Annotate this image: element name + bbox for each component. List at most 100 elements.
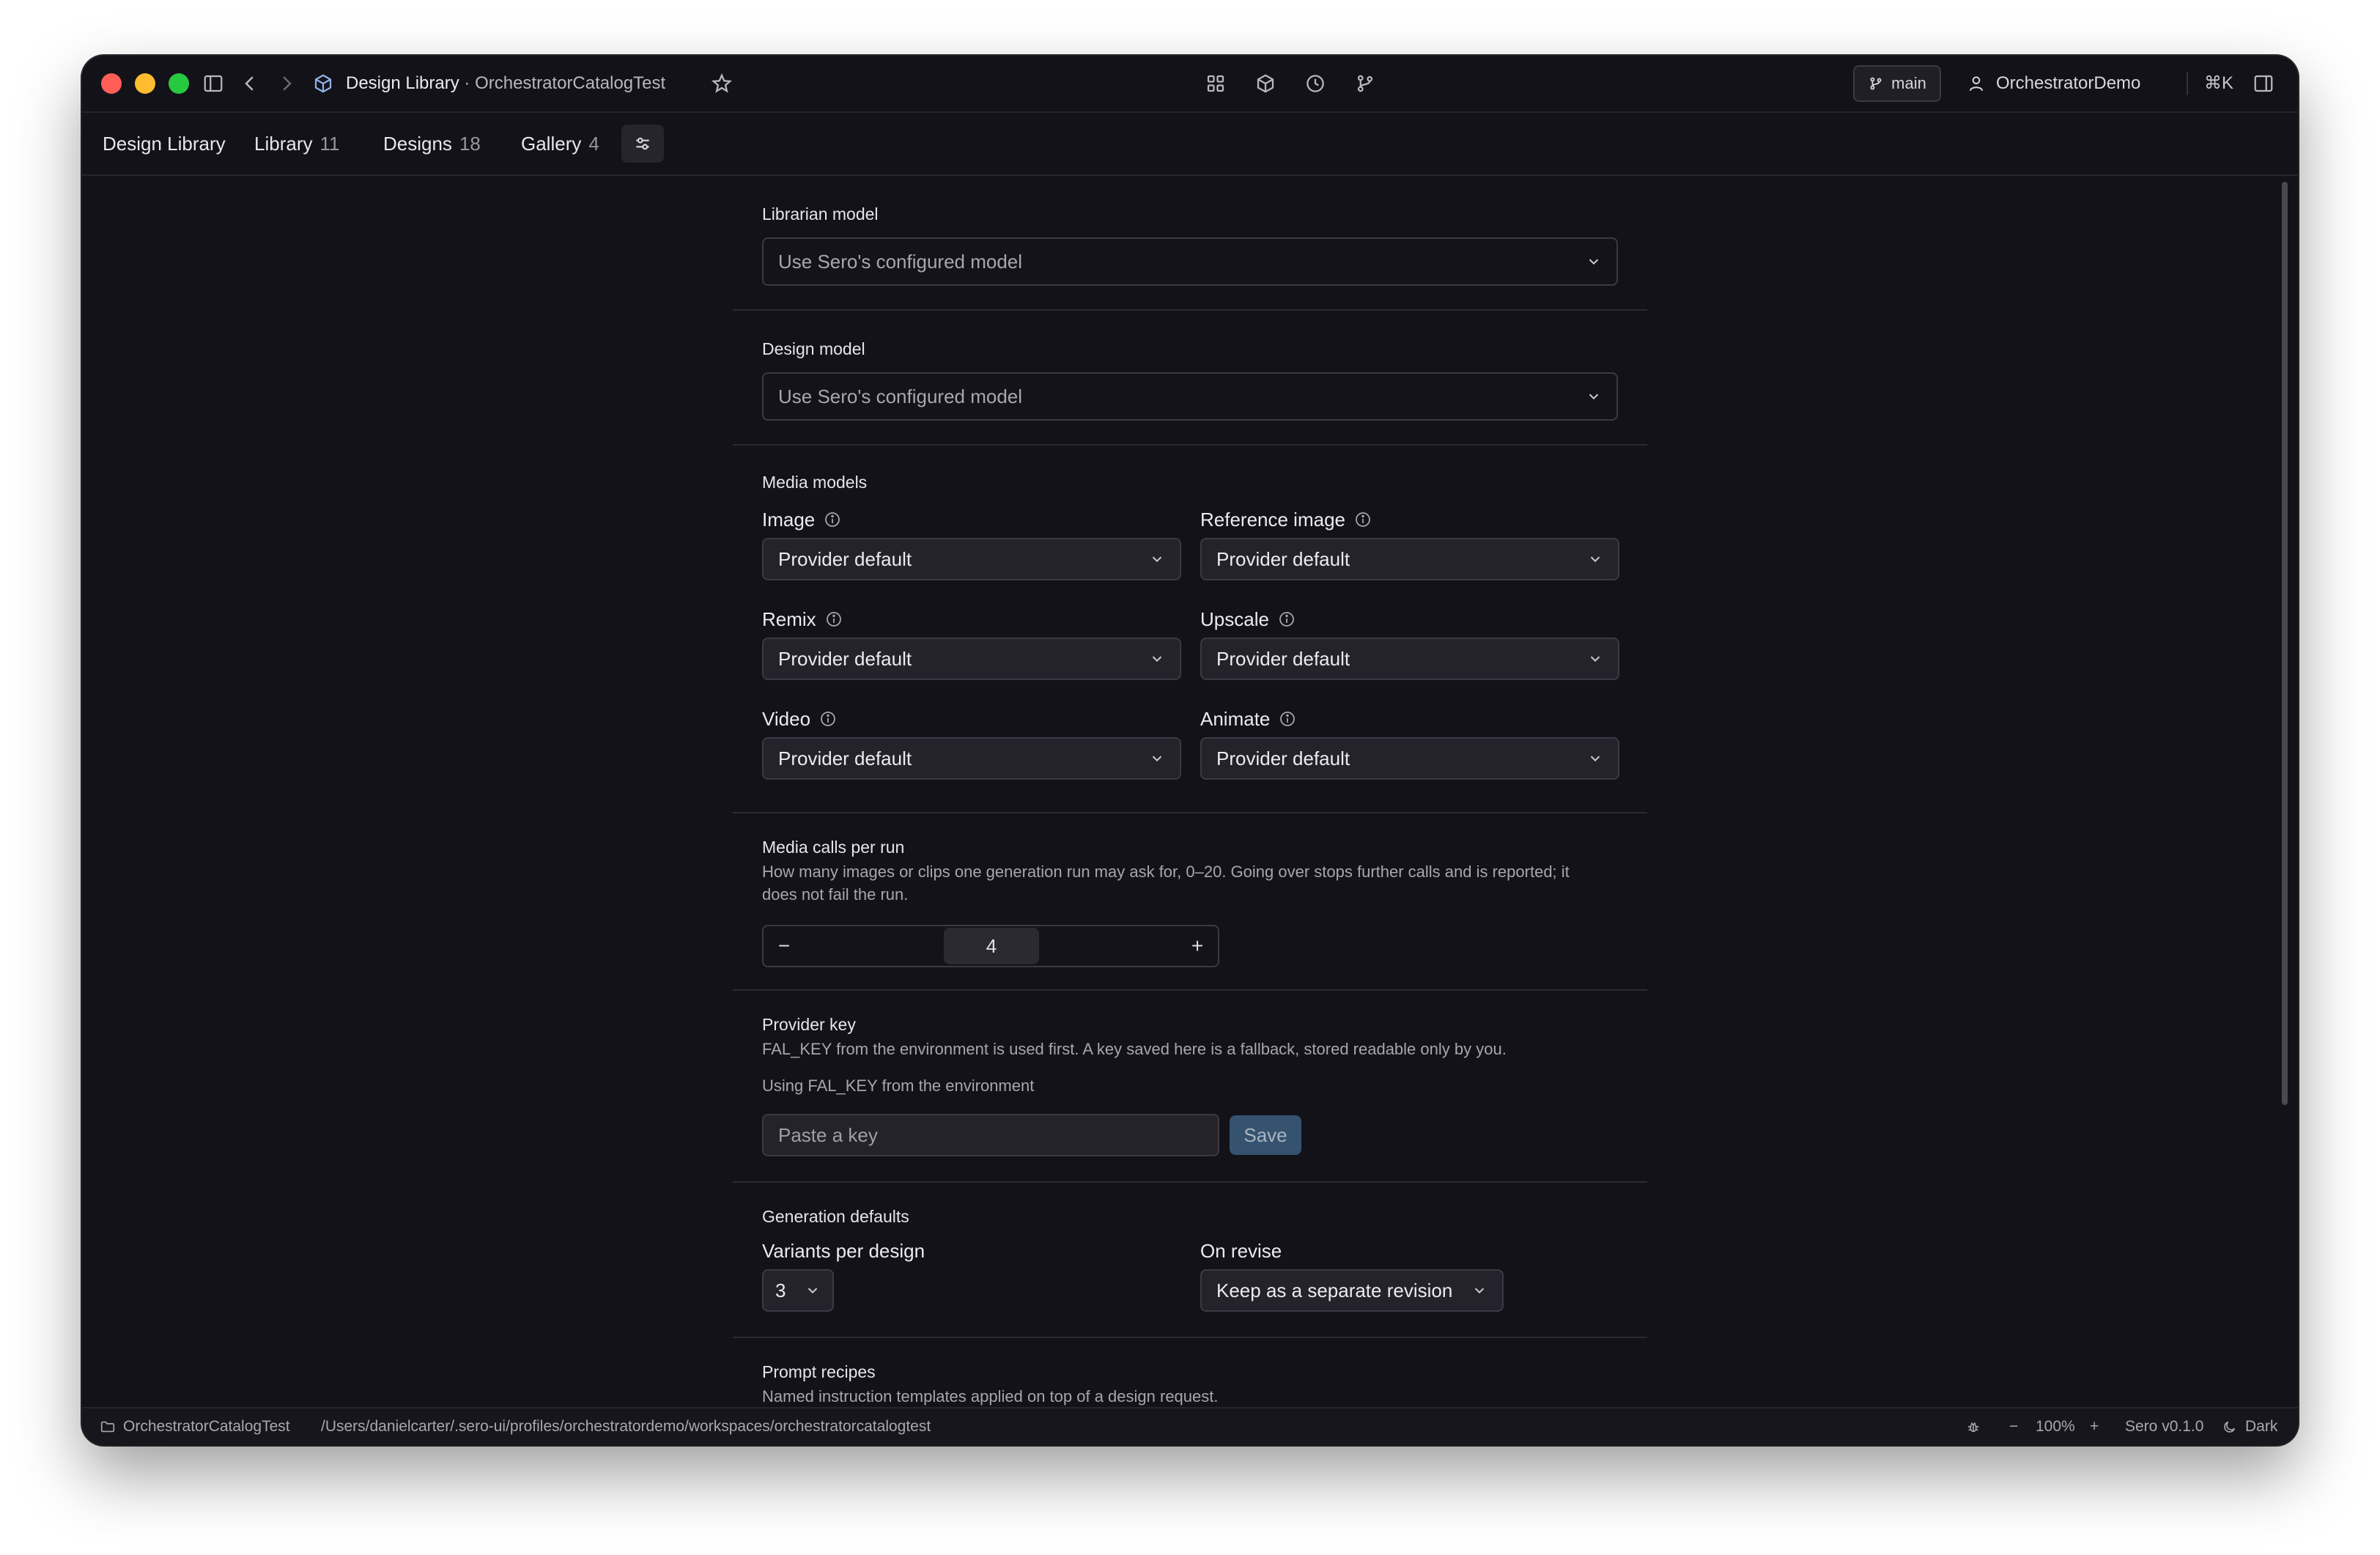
remix-label: Remix — [762, 607, 843, 632]
user-icon — [1969, 76, 1984, 92]
librarian-model-select[interactable]: Use Sero's configured model — [762, 237, 1618, 286]
title-bar: Design Library · OrchestratorCatalogTest… — [82, 56, 2298, 113]
media-calls-section: Media calls per run How many images or c… — [733, 813, 1647, 991]
design-model-section: Design model Use Sero's configured model — [733, 311, 1647, 446]
media-calls-description: How many images or clips one generation … — [762, 863, 1570, 904]
title-divider — [2187, 72, 2188, 95]
app-window: Design Library · OrchestratorCatalogTest… — [82, 56, 2298, 1445]
user-menu[interactable]: OrchestratorDemo — [1967, 70, 2140, 97]
variants-select[interactable]: 3 — [762, 1269, 834, 1312]
command-palette-button[interactable]: ⌘K — [2204, 70, 2233, 97]
remix-model-select[interactable]: Provider default — [762, 638, 1181, 680]
chevron-down-icon — [808, 1288, 818, 1294]
zoom-level: 100% — [2036, 1418, 2075, 1435]
zoom-in-button[interactable]: + — [2090, 1408, 2099, 1445]
variants-label: Variants per design — [762, 1240, 925, 1262]
image-model-value: Provider default — [778, 547, 912, 570]
folder-icon — [100, 1421, 115, 1433]
media-calls-title: Media calls per run — [762, 838, 905, 857]
animate-model-select[interactable]: Provider default — [1200, 737, 1619, 780]
theme-label: Dark — [2245, 1418, 2278, 1435]
tab-designs[interactable]: Designs 18 — [383, 130, 481, 157]
info-icon[interactable] — [1354, 511, 1372, 528]
right-panel-toggle-icon[interactable] — [2251, 71, 2276, 96]
chevron-down-icon — [1152, 656, 1162, 662]
info-icon[interactable] — [1278, 610, 1296, 628]
tab-gallery[interactable]: Gallery 4 — [521, 130, 599, 157]
package-icon[interactable] — [1253, 71, 1278, 96]
branch-button[interactable]: main — [1853, 65, 1941, 102]
sidebar-toggle-icon[interactable] — [201, 71, 226, 96]
info-icon[interactable] — [819, 710, 837, 728]
back-icon[interactable] — [237, 71, 262, 96]
tab-label: Design Library — [103, 133, 226, 155]
zoom-out-button[interactable]: − — [2009, 1408, 2018, 1445]
user-name: OrchestratorDemo — [1996, 73, 2141, 93]
chevron-down-icon — [1589, 394, 1599, 400]
decrement-button[interactable]: − — [764, 926, 805, 966]
provider-key-section: Provider key FAL_KEY from the environmen… — [733, 991, 1647, 1183]
upscale-model-select[interactable]: Provider default — [1200, 638, 1619, 680]
reference-image-model-value: Provider default — [1216, 547, 1350, 570]
info-icon[interactable] — [825, 610, 843, 628]
tab-settings[interactable] — [621, 125, 664, 163]
status-bar: OrchestratorCatalogTest /Users/danielcar… — [82, 1407, 2298, 1445]
reference-image-model-select[interactable]: Provider default — [1200, 538, 1619, 580]
remix-model-value: Provider default — [778, 647, 912, 670]
design-model-select[interactable]: Use Sero's configured model — [762, 372, 1618, 421]
librarian-model-label: Librarian model — [762, 204, 879, 224]
branch-label: main — [1891, 74, 1926, 92]
image-label: Image — [762, 507, 841, 532]
prompt-recipes-title: Prompt recipes — [762, 1362, 876, 1381]
scrollbar[interactable] — [2282, 182, 2288, 1105]
media-calls-value[interactable]: 4 — [944, 928, 1039, 964]
tab-design-library[interactable]: Design Library — [103, 130, 226, 157]
star-icon[interactable] — [709, 71, 734, 96]
info-icon[interactable] — [824, 511, 841, 528]
forward-icon[interactable] — [274, 71, 299, 96]
video-model-select[interactable]: Provider default — [762, 737, 1181, 780]
moon-icon — [2224, 1421, 2236, 1433]
media-models-title: Media models — [762, 473, 868, 492]
tab-label: Gallery — [521, 133, 582, 155]
provider-key-status: Using FAL_KEY from the environment — [762, 1076, 1035, 1095]
tab-bar: Design Library Library 11 Designs 18 Galle… — [82, 113, 2298, 176]
bug-icon[interactable] — [1965, 1408, 1981, 1445]
branch-icon — [1870, 77, 1882, 90]
generation-defaults-section: Generation defaults Variants per design … — [733, 1183, 1647, 1338]
save-key-button[interactable]: Save — [1230, 1115, 1301, 1155]
provider-key-description: FAL_KEY from the environment is used fir… — [762, 1040, 1507, 1058]
generation-defaults-title: Generation defaults — [762, 1207, 909, 1226]
prompt-recipes-description: Named instruction templates applied on t… — [762, 1387, 1219, 1406]
animate-label: Animate — [1200, 706, 1296, 731]
chevron-down-icon — [1590, 756, 1600, 762]
on-revise-select[interactable]: Keep as a separate revision — [1200, 1269, 1504, 1312]
upscale-label-text: Upscale — [1200, 608, 1269, 630]
history-icon[interactable] — [1303, 71, 1328, 96]
image-label-text: Image — [762, 509, 816, 531]
close-window-button[interactable] — [101, 73, 122, 94]
tab-library[interactable]: Library 11 — [254, 130, 339, 157]
chevron-down-icon — [1152, 556, 1162, 563]
info-icon[interactable] — [1279, 710, 1296, 728]
provider-key-input[interactable] — [762, 1114, 1219, 1156]
tab-count: 4 — [588, 133, 599, 155]
git-branch-icon[interactable] — [1353, 71, 1378, 96]
animate-model-value: Provider default — [1216, 747, 1350, 769]
chevron-down-icon — [1589, 259, 1599, 265]
design-model-value: Use Sero's configured model — [778, 385, 1023, 407]
theme-toggle[interactable]: Dark — [2222, 1408, 2277, 1445]
increment-button[interactable]: + — [1177, 926, 1218, 966]
provider-key-title: Provider key — [762, 1015, 856, 1034]
image-model-select[interactable]: Provider default — [762, 538, 1181, 580]
sliders-icon — [636, 137, 649, 150]
variants-value: 3 — [775, 1279, 786, 1301]
zoom-window-button[interactable] — [169, 73, 189, 94]
status-workspace[interactable]: OrchestratorCatalogTest — [100, 1408, 290, 1445]
minimize-window-button[interactable] — [135, 73, 155, 94]
grid-icon[interactable] — [1203, 71, 1228, 96]
chevron-down-icon — [1152, 756, 1162, 762]
tab-label: Library — [254, 133, 313, 155]
design-model-label: Design model — [762, 339, 865, 358]
window-title-app: Design Library — [346, 73, 459, 93]
